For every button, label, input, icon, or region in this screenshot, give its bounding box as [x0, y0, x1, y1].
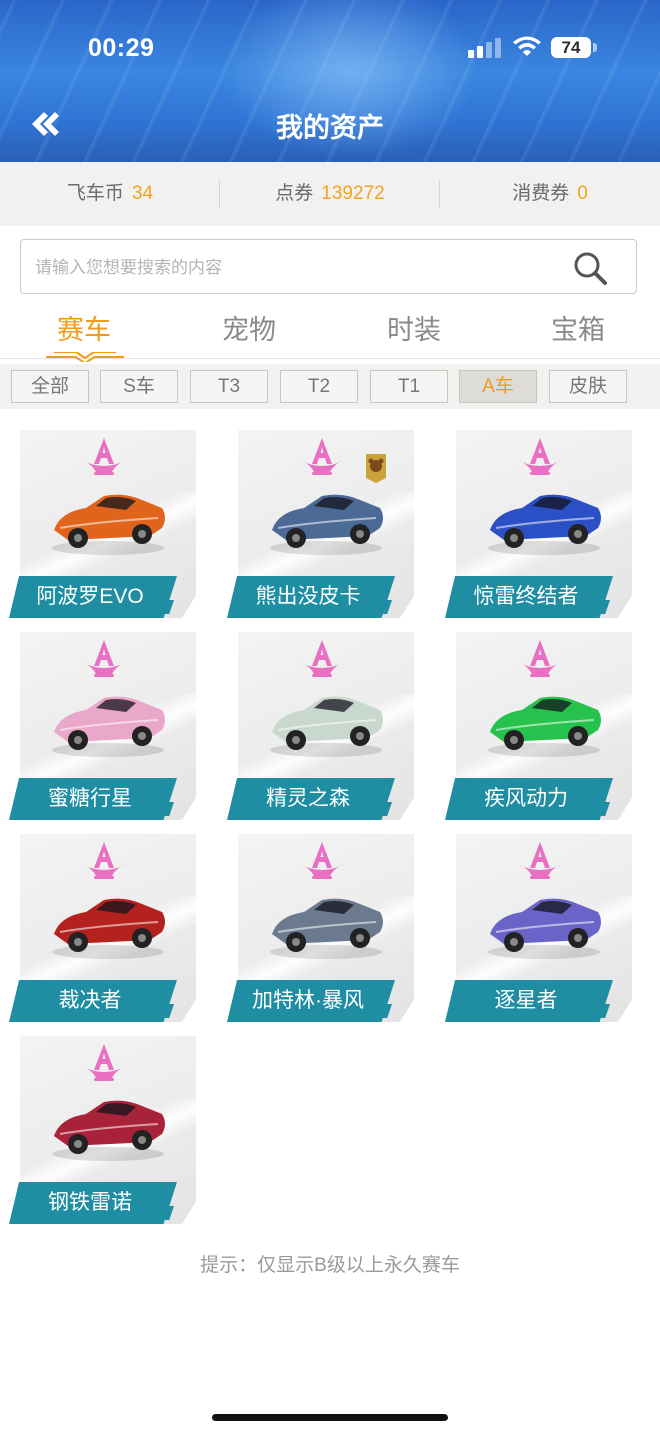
- currency-label: 点券: [275, 183, 314, 204]
- car-image: [52, 696, 165, 757]
- filter-skin[interactable]: 皮肤: [549, 370, 627, 403]
- bear-badge-icon: [366, 454, 386, 483]
- car-image: [52, 898, 165, 959]
- rank-a-icon: [300, 438, 344, 475]
- currency-value: 34: [131, 183, 154, 204]
- currency-label: 消费券: [512, 183, 570, 204]
- car-card[interactable]: 阿波罗EVO: [9, 430, 202, 620]
- car-name: 阿波罗EVO: [36, 585, 144, 608]
- tab-cars[interactable]: 赛车: [24, 308, 144, 347]
- car-name: 钢铁雷诺: [48, 1191, 132, 1214]
- rank-a-icon: [82, 842, 126, 879]
- filter-a[interactable]: A车: [459, 370, 537, 403]
- car-image: [488, 494, 601, 555]
- wifi-icon: [513, 36, 541, 56]
- car-image: [270, 898, 383, 959]
- car-card[interactable]: 钢铁雷诺: [9, 1036, 202, 1226]
- filter-all[interactable]: 全部: [11, 370, 89, 403]
- status-time: 00:29: [88, 34, 155, 62]
- car-name: 裁决者: [58, 989, 122, 1012]
- car-card[interactable]: 蜜糖行星: [9, 632, 202, 822]
- car-card[interactable]: 疾风动力: [445, 632, 638, 822]
- rank-a-icon: [82, 1044, 126, 1081]
- car-name: 加特林·暴风: [252, 989, 364, 1012]
- currency-xiaofeiquan: 消费券 0: [440, 162, 660, 226]
- car-image: [52, 1100, 165, 1161]
- currency-dianquan: 点券 139272: [220, 162, 440, 226]
- rank-a-icon: [82, 640, 126, 677]
- filter-bar: 全部 S车 T3 T2 T1 A车 皮肤: [0, 364, 660, 409]
- car-card[interactable]: 加特林·暴风: [227, 834, 420, 1024]
- car-name: 惊雷终结者: [473, 585, 579, 608]
- category-tabs: 赛车 宠物 时装 宝箱: [0, 300, 660, 359]
- car-card[interactable]: 熊出没皮卡: [227, 430, 420, 620]
- tab-treasure[interactable]: 宝箱: [518, 308, 638, 347]
- currency-value: 139272: [321, 183, 385, 204]
- car-image: [270, 696, 383, 757]
- filter-t2[interactable]: T2: [280, 370, 358, 403]
- car-name: 精灵之森: [266, 787, 350, 810]
- battery-tip: [593, 43, 597, 52]
- rank-a-icon: [518, 640, 562, 677]
- car-name: 逐星者: [494, 989, 558, 1012]
- car-card[interactable]: 裁决者: [9, 834, 202, 1024]
- page-title: 我的资产: [276, 113, 384, 143]
- car-card[interactable]: 惊雷终结者: [445, 430, 638, 620]
- rank-a-icon: [518, 438, 562, 475]
- filter-t1[interactable]: T1: [370, 370, 448, 403]
- hint-text: 提示：仅显示B级以上永久赛车: [200, 1255, 460, 1276]
- active-tab-indicator: [46, 352, 124, 362]
- rank-a-icon: [300, 842, 344, 879]
- search-box: [20, 239, 637, 295]
- rank-a-icon: [82, 438, 126, 475]
- car-image: [488, 898, 601, 959]
- filter-s[interactable]: S车: [100, 370, 178, 403]
- battery-icon: 74: [551, 37, 591, 58]
- car-card[interactable]: 逐星者: [445, 834, 638, 1024]
- car-name: 蜜糖行星: [48, 787, 132, 810]
- car-card[interactable]: 精灵之森: [227, 632, 420, 822]
- car-name: 熊出没皮卡: [255, 585, 361, 608]
- car-name: 疾风动力: [484, 787, 568, 810]
- tab-fashion[interactable]: 时装: [354, 308, 474, 347]
- car-image: [270, 494, 383, 555]
- currency-feiche: 飞车币 34: [0, 162, 220, 226]
- currency-label: 飞车币: [66, 183, 124, 204]
- rank-a-icon: [518, 842, 562, 879]
- currency-value: 0: [577, 183, 588, 204]
- car-image: [52, 494, 165, 555]
- tab-pets[interactable]: 宠物: [189, 308, 309, 347]
- search-input[interactable]: [33, 240, 557, 295]
- search-icon[interactable]: [571, 249, 609, 287]
- signal-icon: [468, 38, 502, 58]
- car-image: [488, 696, 601, 757]
- rank-a-icon: [300, 640, 344, 677]
- home-indicator: [212, 1414, 448, 1421]
- filter-t3[interactable]: T3: [190, 370, 268, 403]
- currency-bar: 飞车币 34 点券 139272 消费券 0: [0, 162, 660, 226]
